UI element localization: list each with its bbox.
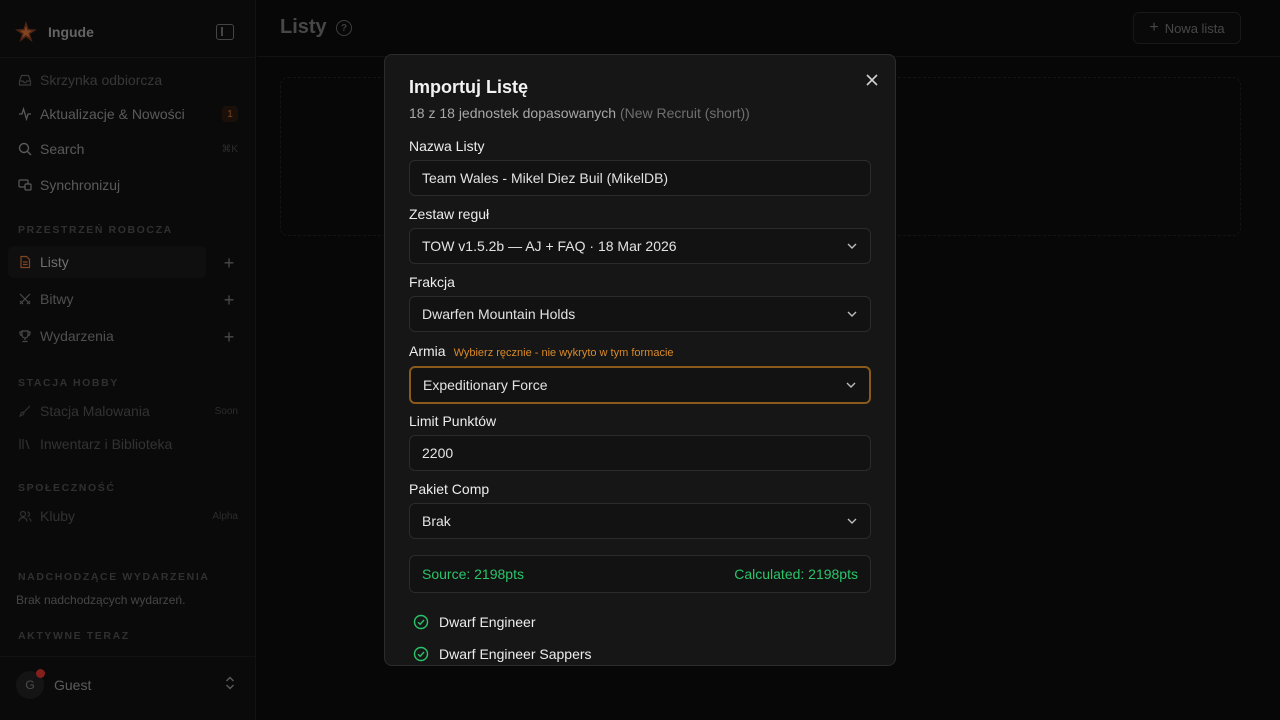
army-label-row: Armia Wybierz ręcznie - nie wykryto w ty… [409, 343, 674, 359]
unit-name: Dwarf Engineer Sappers [439, 646, 592, 662]
points-summary: Source: 2198pts Calculated: 2198pts [409, 555, 871, 593]
army-value: Expeditionary Force [423, 377, 548, 393]
dialog-subtitle: 18 z 18 jednostek dopasowanych (New Recr… [409, 105, 750, 121]
source-points: Source: 2198pts [422, 566, 524, 582]
army-label: Armia [409, 343, 446, 359]
list-name-input[interactable]: Team Wales - Mikel Diez Buil (MikelDB) [409, 160, 871, 196]
comp-pack-value: Brak [422, 513, 451, 529]
chevron-down-icon [846, 240, 858, 252]
dialog-title: Importuj Listę [409, 77, 529, 97]
comp-pack-select[interactable]: Brak [409, 503, 871, 539]
faction-value: Dwarfen Mountain Holds [422, 306, 576, 322]
list-name-label: Nazwa Listy [409, 138, 485, 154]
army-warning: Wybierz ręcznie - nie wykryto w tym form… [453, 347, 674, 359]
chevron-down-icon [845, 379, 857, 391]
points-limit-label: Limit Punktów [409, 413, 497, 429]
faction-select[interactable]: Dwarfen Mountain Holds [409, 296, 871, 332]
calculated-points: Calculated: 2198pts [734, 566, 858, 582]
match-summary: 18 z 18 jednostek dopasowanych [409, 105, 617, 121]
import-list-dialog: Importuj Listę 18 z 18 jednostek dopasow… [384, 54, 896, 666]
comp-pack-label: Pakiet Comp [409, 481, 490, 497]
chevron-down-icon [846, 308, 858, 320]
unit-row: Dwarf Engineer [413, 614, 536, 630]
unit-row: Dwarf Engineer Sappers [413, 646, 592, 662]
army-select[interactable]: Expeditionary Force [409, 366, 871, 404]
ruleset-label: Zestaw reguł [409, 206, 490, 222]
points-limit-input[interactable]: 2200 [409, 435, 871, 471]
ruleset-select[interactable]: TOW v1.5.2b — AJ + FAQ · 18 Mar 2026 [409, 228, 871, 264]
list-name-value: Team Wales - Mikel Diez Buil (MikelDB) [422, 170, 669, 186]
ruleset-value: TOW v1.5.2b — AJ + FAQ · 18 Mar 2026 [422, 238, 677, 254]
faction-label: Frakcja [409, 274, 455, 290]
close-icon[interactable] [863, 71, 881, 89]
source-format: (New Recruit (short)) [619, 105, 750, 121]
check-circle-icon [413, 646, 429, 662]
points-limit-value: 2200 [422, 445, 454, 461]
unit-name: Dwarf Engineer [439, 614, 536, 630]
chevron-down-icon [846, 515, 858, 527]
check-circle-icon [413, 614, 429, 630]
